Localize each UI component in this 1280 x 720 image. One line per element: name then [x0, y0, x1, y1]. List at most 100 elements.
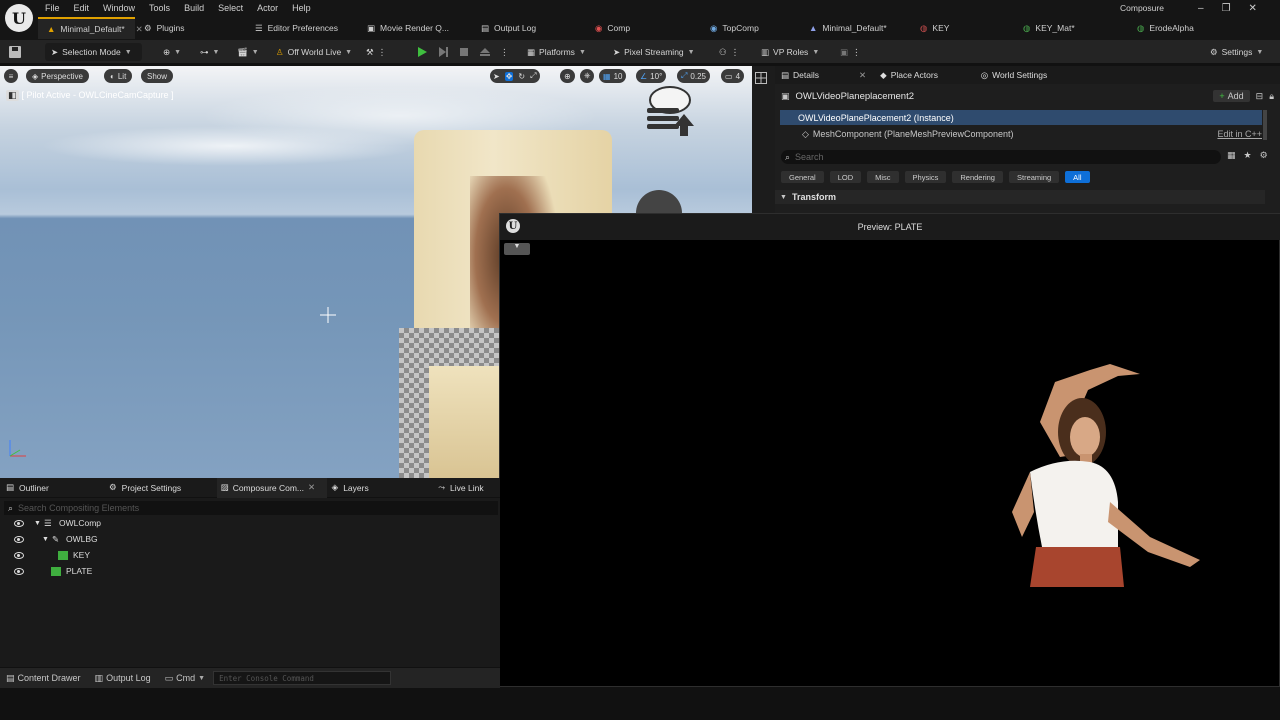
save-icon[interactable]	[8, 43, 22, 61]
lit-button[interactable]: ◐ Lit	[104, 69, 133, 83]
vp-utilities-button[interactable]: ⚇ ⋮	[719, 43, 739, 61]
camera-icon[interactable]: ◧	[6, 89, 19, 101]
grid-layout-icon[interactable]	[755, 72, 767, 84]
filter-general[interactable]: General	[781, 171, 824, 183]
tab-layers[interactable]: Layers	[343, 483, 433, 493]
build-button[interactable]: ⚒ ⋮	[366, 43, 386, 61]
world-dropdown[interactable]: ♙ Off World Live ▼	[276, 43, 352, 61]
filter-physics[interactable]: Physics	[904, 171, 947, 183]
tab-project-settings[interactable]: Project Settings	[122, 483, 212, 493]
tab-editor-preferences[interactable]: ☰ Editor Preferences	[246, 17, 358, 39]
tab-minimal-default-2[interactable]: ▲ Minimal_Default*	[800, 17, 911, 39]
selection-mode-dropdown[interactable]: ➤ Selection Mode ▼	[45, 43, 142, 61]
lock-icon[interactable]: 🔒︎	[1269, 91, 1274, 102]
menu-help[interactable]: Help	[285, 1, 318, 15]
filter-lod[interactable]: LOD	[829, 171, 862, 183]
tab-outliner[interactable]: Outliner	[19, 483, 104, 493]
tab-comp[interactable]: ◉ Comp	[586, 17, 701, 39]
pixel-streaming-dropdown[interactable]: ➤ Pixel Streaming ▼	[613, 43, 695, 61]
tab-details[interactable]: Details	[793, 70, 855, 80]
scale-snap-button[interactable]: ⤢ 0.25	[677, 69, 710, 83]
visibility-eye-icon[interactable]	[14, 535, 24, 543]
filter-rendering[interactable]: Rendering	[952, 171, 1003, 183]
tab-live-link[interactable]: Live Link	[450, 483, 484, 493]
transform-options-button[interactable]: ⊶ ▼	[200, 43, 219, 61]
grid-snap-button[interactable]: ▦ 10	[599, 69, 627, 83]
unreal-logo-icon[interactable]: U	[5, 4, 33, 32]
details-search-input[interactable]: ⌕ Search	[781, 150, 1221, 164]
menu-tools[interactable]: Tools	[142, 1, 177, 15]
cinematics-button[interactable]: 🎬︎ ▼	[237, 43, 259, 61]
preview-window[interactable]: U Preview: PLATE ▼	[499, 213, 1280, 687]
tab-plugins[interactable]: ⚙ Plugins	[135, 17, 246, 39]
step-icon[interactable]	[437, 46, 449, 58]
table-view-icon[interactable]: ▦	[1227, 150, 1236, 161]
actor-name-field[interactable]: OWLVideoPlaneplacement2	[796, 91, 1208, 102]
world-local-button[interactable]: ⊕	[560, 69, 575, 83]
component-root-row[interactable]: OWLVideoPlanePlacement2 (Instance)	[780, 110, 1262, 125]
viewport-menu-button[interactable]: ≡	[4, 69, 18, 83]
cmd-dropdown[interactable]: ▭ Cmd ▼	[165, 673, 205, 684]
menu-edit[interactable]: Edit	[67, 1, 97, 15]
visibility-eye-icon[interactable]	[14, 519, 24, 527]
show-button[interactable]: Show	[141, 69, 174, 83]
move-tool-icon[interactable]: ✥	[504, 71, 514, 81]
menu-select[interactable]: Select	[211, 1, 250, 15]
edit-in-cpp-link[interactable]: Edit in C++	[1217, 129, 1262, 139]
tab-key[interactable]: ◍ KEY	[911, 17, 1014, 39]
tab-minimal-default[interactable]: ▲ Minimal_Default* ✕	[38, 17, 143, 39]
filter-streaming[interactable]: Streaming	[1008, 171, 1060, 183]
more-icon[interactable]: ⋮	[500, 47, 509, 58]
menu-window[interactable]: Window	[96, 1, 142, 15]
star-icon[interactable]: ★	[1244, 150, 1252, 161]
filter-misc[interactable]: Misc	[867, 171, 899, 183]
menu-build[interactable]: Build	[177, 1, 211, 15]
menu-file[interactable]: File	[38, 1, 67, 15]
tab-composure-compositing[interactable]: ▨ Composure Com... ✕	[216, 477, 327, 498]
component-row[interactable]: ◇ MeshComponent (PlaneMeshPreviewCompone…	[780, 127, 1262, 141]
perspective-button[interactable]: ◈ Perspective	[26, 69, 89, 83]
tab-erode-alpha[interactable]: ◍ ErodeAlpha	[1128, 17, 1218, 39]
vp-roles-dropdown[interactable]: ▥ VP Roles ▼	[761, 43, 819, 61]
add-content-button[interactable]: ⊕ ▼	[163, 43, 181, 61]
restore-icon[interactable]: ❐	[1222, 3, 1231, 14]
close-tab-icon[interactable]: ✕	[308, 482, 315, 493]
console-command-input[interactable]: Enter Console Command	[213, 671, 392, 685]
visibility-eye-icon[interactable]	[14, 567, 24, 575]
preview-options-dropdown[interactable]: ▼	[504, 243, 530, 255]
rotate-tool-icon[interactable]: ↻	[518, 72, 525, 81]
platforms-dropdown[interactable]: ▦ Platforms ▼	[527, 43, 586, 61]
blueprint-icon[interactable]: ⊟	[1256, 91, 1264, 102]
content-drawer-button[interactable]: ▤ Content Drawer	[6, 673, 81, 684]
camera-speed-button[interactable]: ▭ 4	[721, 69, 745, 83]
tree-item-owlcomp[interactable]: ▼ ☰ OWLComp	[0, 515, 498, 531]
extra-tools-button[interactable]: ▣ ⋮	[840, 43, 861, 61]
tree-item-plate[interactable]: PLATE	[0, 563, 498, 579]
tree-item-owlbg[interactable]: ▼ ✎ OWLBG	[0, 531, 498, 547]
close-icon[interactable]: ✕	[1249, 3, 1257, 14]
tab-movie-render-queue[interactable]: ▣ Movie Render Q...	[358, 17, 472, 39]
tab-key-mat[interactable]: ◍ KEY_Mat*	[1014, 17, 1128, 39]
filter-all[interactable]: All	[1065, 171, 1090, 183]
scrollbar[interactable]	[1263, 110, 1267, 140]
rotation-snap-button[interactable]: ∠ 10°	[636, 69, 667, 83]
tab-world-settings[interactable]: World Settings	[992, 70, 1047, 80]
close-tab-icon[interactable]: ✕	[859, 70, 866, 81]
select-tool-icon[interactable]: ➤	[493, 72, 500, 81]
tab-place-actors[interactable]: Place Actors	[891, 70, 977, 80]
output-log-button[interactable]: ▥ Output Log	[95, 673, 151, 684]
transform-section-header[interactable]: ▼ Transform	[775, 190, 1265, 204]
play-icon[interactable]	[416, 46, 428, 58]
surface-snap-button[interactable]: ⎈	[580, 69, 595, 83]
gear-icon[interactable]: ⚙	[1260, 150, 1268, 161]
stop-icon[interactable]	[458, 46, 470, 58]
eject-icon[interactable]	[479, 46, 491, 58]
tree-item-key[interactable]: KEY	[0, 547, 498, 563]
menu-actor[interactable]: Actor	[250, 1, 285, 15]
visibility-eye-icon[interactable]	[14, 551, 24, 559]
scale-tool-icon[interactable]: ⤢	[530, 71, 536, 81]
tab-topcomp[interactable]: ◉ TopComp	[701, 17, 800, 39]
settings-dropdown[interactable]: ⚙ Settings ▼	[1210, 43, 1263, 61]
compositing-search-input[interactable]: ⌕ Search Compositing Elements	[4, 501, 498, 515]
minimize-icon[interactable]: –	[1198, 3, 1204, 14]
